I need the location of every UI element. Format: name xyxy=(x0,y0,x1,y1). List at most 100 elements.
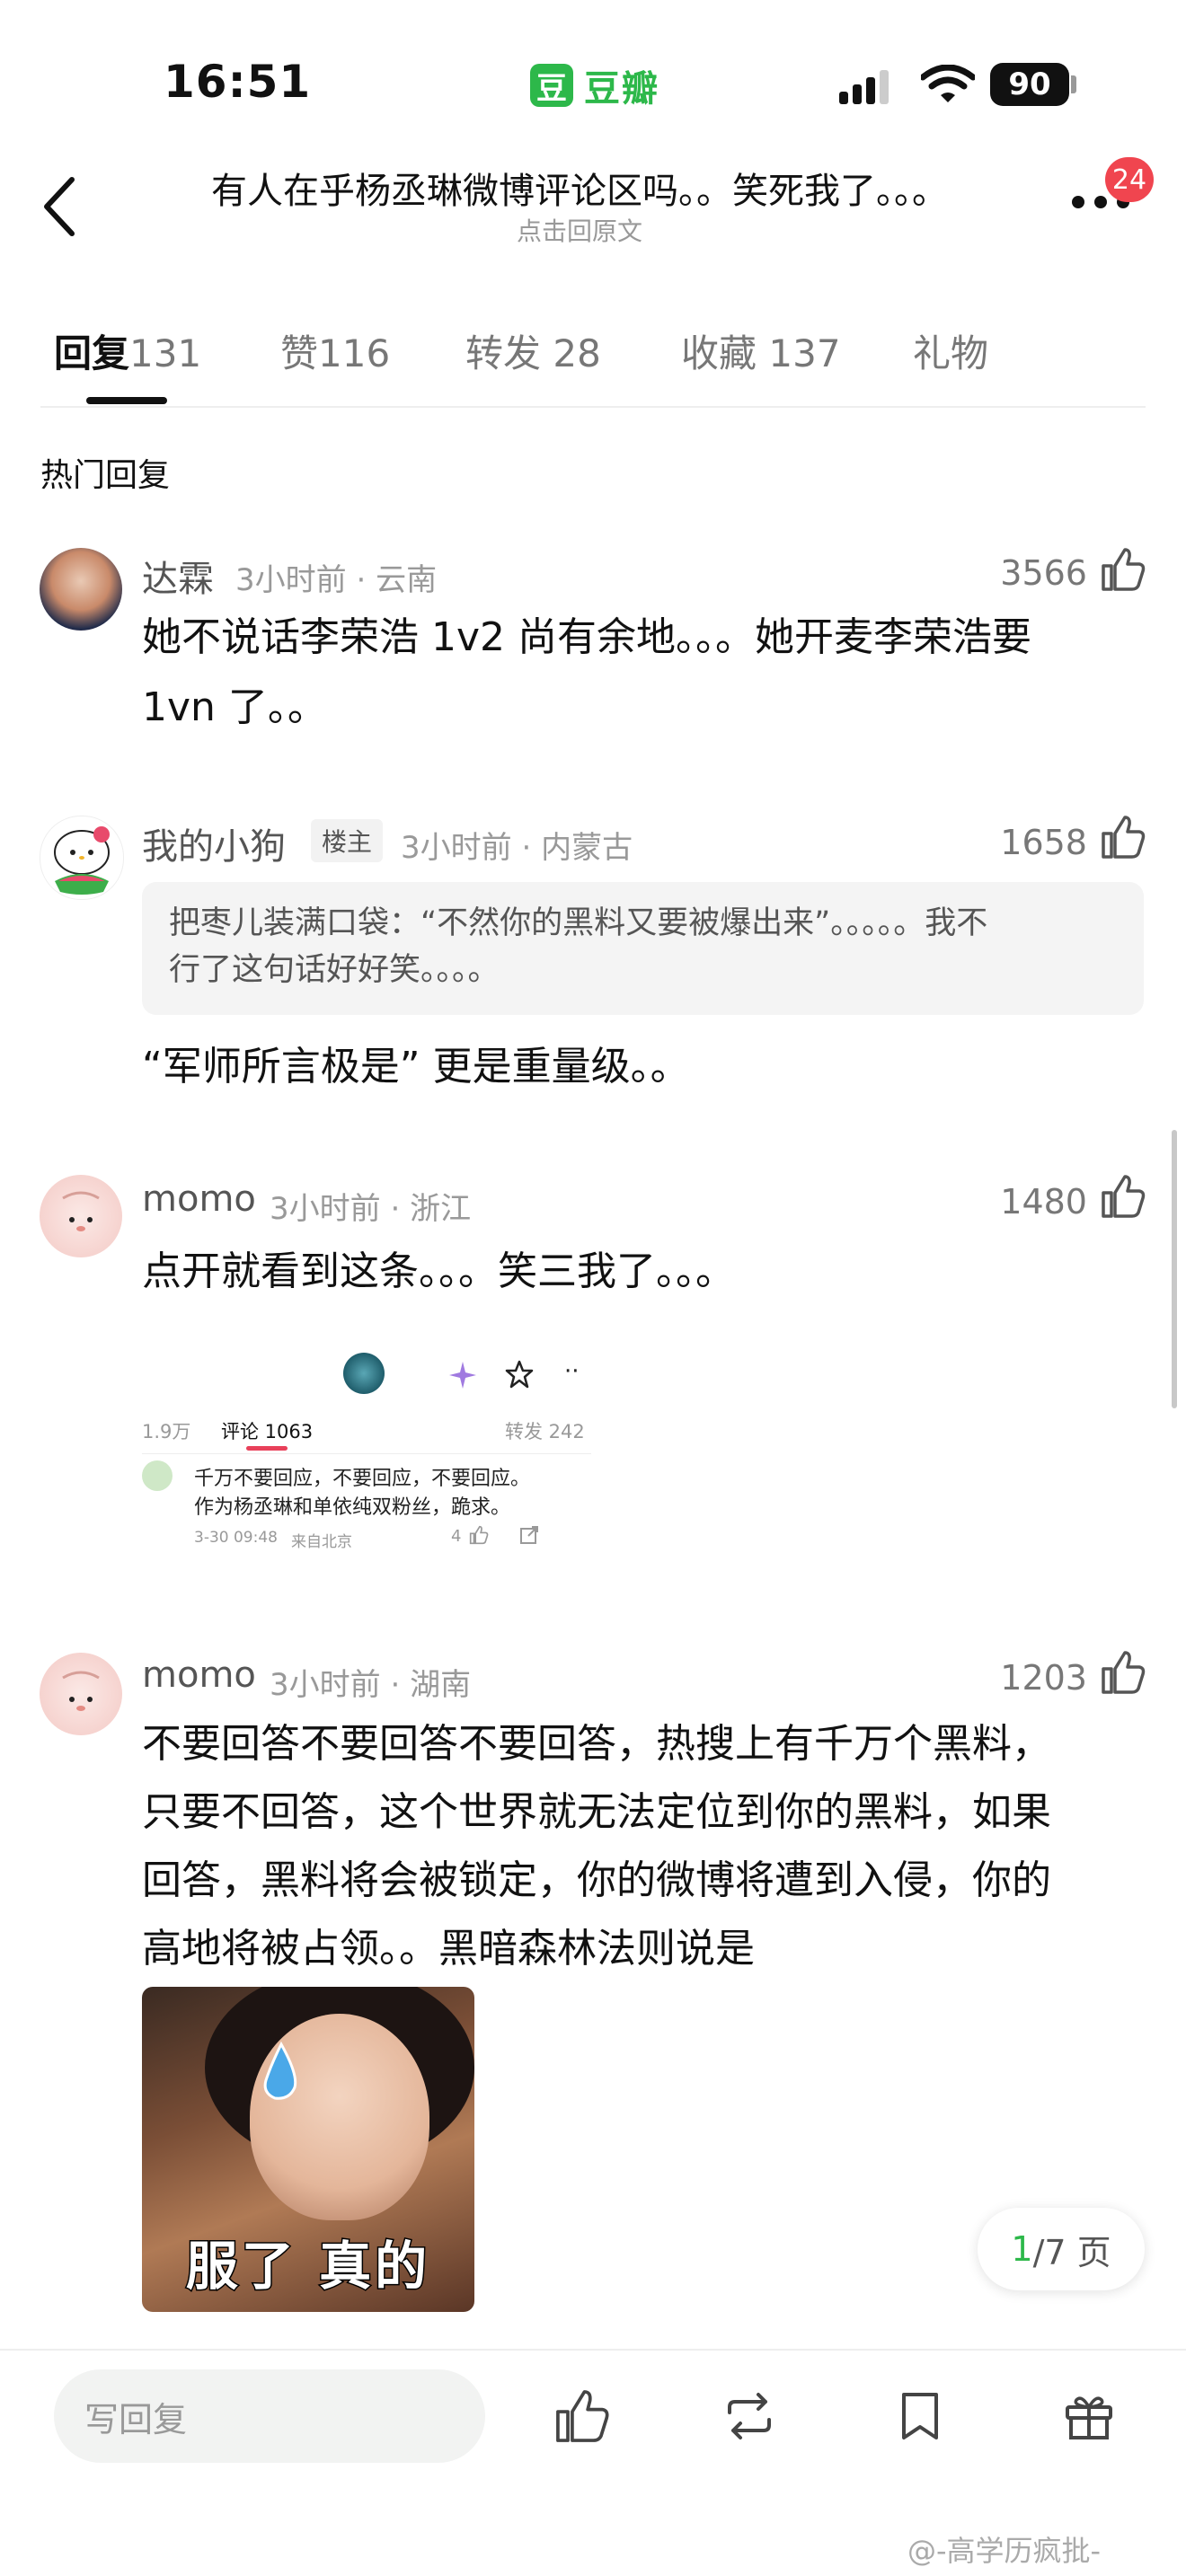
douban-logo: 豆 豆瓣 xyxy=(530,59,659,111)
embedded-likes: 4 xyxy=(451,1527,462,1546)
quoted-reply[interactable]: 把枣儿装满口袋：“不然你的黑料又要被爆出来”。。。。。我不 行了这句话好好笑。。… xyxy=(142,882,1144,1015)
wifi-icon xyxy=(921,65,975,102)
thumb-up-icon[interactable] xyxy=(1100,1649,1146,1696)
reply-input[interactable]: 写回复 xyxy=(54,2369,485,2463)
comment-text-line: 点开就看到这条。。。笑三我了。。。 xyxy=(142,1248,735,1294)
tab-label: 礼物 xyxy=(913,331,989,375)
comment-location: 云南 xyxy=(376,562,438,598)
pink-blob-avatar-icon xyxy=(62,1671,100,1711)
back-icon[interactable] xyxy=(36,171,90,243)
embedded-divider xyxy=(142,1453,591,1454)
comment-text-line: 1vn 了。。 xyxy=(142,684,327,730)
comment-location: 湖南 xyxy=(410,1667,472,1703)
battery-cap xyxy=(1071,75,1076,93)
like-count: 1480 xyxy=(1000,1182,1087,1222)
quote-line: 把枣儿装满口袋：“不然你的黑料又要被爆出来”。。。。。我不 xyxy=(169,905,988,941)
sparkle-icon xyxy=(449,1362,476,1389)
bookmark-icon[interactable] xyxy=(891,2387,949,2445)
comment-location: 内蒙古 xyxy=(541,830,633,866)
section-title: 热门回复 xyxy=(40,457,171,494)
tab-label: 回复 xyxy=(54,331,130,375)
like-count: 1658 xyxy=(1000,823,1087,862)
comment-time: 3小时前 xyxy=(401,830,512,866)
comment-time: 3小时前 xyxy=(270,1667,381,1703)
signal-icon xyxy=(839,70,889,104)
back-to-post-link[interactable]: 点击回原文 xyxy=(135,212,1024,248)
watermark: @-高学历疯批- xyxy=(907,2534,1102,2568)
embedded-more-icon: ·· xyxy=(564,1358,580,1385)
tab-count: 131 xyxy=(129,331,202,375)
tab-label: 转发 xyxy=(465,331,542,375)
embedded-thumb-icon xyxy=(469,1525,489,1545)
gift-icon[interactable] xyxy=(1060,2387,1118,2445)
comment-meta: 3小时前 · 云南 xyxy=(235,562,438,598)
post-title[interactable]: 有人在乎杨丞琳微博评论区吗。。笑死我了。。。 xyxy=(135,162,1024,214)
avatar[interactable] xyxy=(40,1175,122,1257)
hello-kitty-avatar-icon xyxy=(54,826,110,895)
repost-icon[interactable] xyxy=(721,2387,778,2445)
like-count: 1203 xyxy=(1000,1658,1087,1698)
thumb-up-icon[interactable] xyxy=(1100,814,1146,860)
tab-count: 28 xyxy=(553,331,601,375)
tab-count: 116 xyxy=(318,331,391,375)
avatar[interactable] xyxy=(40,1653,122,1735)
sweat-drop-icon xyxy=(263,2041,297,2100)
embedded-text-line: 作为杨丞琳和单依纯双粉丝，跪求。 xyxy=(194,1496,511,1519)
tab-reposts[interactable]: 转发 28 xyxy=(465,323,601,378)
meme-caption: 服了 真的 xyxy=(184,2235,431,2298)
page-indicator[interactable]: 1/7 页 xyxy=(978,2208,1145,2290)
meme-image[interactable]: 服了 真的 xyxy=(142,1987,474,2312)
tab-replies[interactable]: 回复131 xyxy=(54,323,201,378)
embedded-left-count: 1.9万 xyxy=(142,1421,191,1442)
comment-time: 3小时前 xyxy=(270,1191,381,1227)
comment-text-line: 她不说话李荣浩 1v2 尚有余地。。。她开麦李荣浩要 xyxy=(142,614,1031,660)
username[interactable]: 达霖 xyxy=(142,550,214,602)
embedded-tab-indicator xyxy=(246,1446,288,1451)
star-icon xyxy=(505,1360,534,1389)
tab-gifts[interactable]: 礼物 xyxy=(913,323,988,378)
bottom-divider xyxy=(0,2349,1186,2351)
embedded-date: 3-30 09:48 xyxy=(194,1529,278,1547)
comment-text-line: 回答，黑料将会被锁定，你的微博将遭到入侵，你的 xyxy=(142,1857,1051,1903)
embedded-screenshot[interactable]: ·· 1.9万 评论 1063 转发 242 千万不要回应，不要回应，不要回应。… xyxy=(142,1342,591,1572)
thumb-up-icon[interactable] xyxy=(1100,546,1146,593)
active-tab-indicator xyxy=(86,397,167,404)
op-badge: 楼主 xyxy=(311,819,384,862)
avatar[interactable] xyxy=(40,548,122,631)
scrollbar[interactable] xyxy=(1172,1130,1177,1408)
username[interactable]: 我的小狗 xyxy=(142,817,286,869)
comment-text-line: “军师所言极是” 更是重量级。。 xyxy=(142,1044,690,1090)
embedded-user-avatar xyxy=(142,1460,173,1491)
pink-blob-avatar-icon xyxy=(62,1191,100,1231)
username[interactable]: momo xyxy=(142,1654,256,1696)
page-total: /7 页 xyxy=(1032,2232,1111,2272)
embedded-share-icon xyxy=(520,1526,538,1544)
douban-mark-icon: 豆 xyxy=(530,64,573,107)
current-page: 1 xyxy=(1011,2229,1033,2269)
embedded-avatar xyxy=(343,1353,385,1394)
tab-favorites[interactable]: 收藏 137 xyxy=(681,323,841,378)
embedded-text-line: 千万不要回应，不要回应，不要回应。 xyxy=(194,1468,531,1490)
comment-meta: 3小时前 · 内蒙古 xyxy=(401,830,633,866)
comment-location: 浙江 xyxy=(410,1191,472,1227)
avatar[interactable] xyxy=(40,816,124,900)
embedded-repost: 转发 242 xyxy=(505,1421,585,1442)
comment-time: 3小时前 xyxy=(235,562,347,598)
comment-meta: 3小时前 · 浙江 xyxy=(270,1191,472,1227)
embedded-source: 来自北京 xyxy=(291,1533,352,1551)
username[interactable]: momo xyxy=(142,1178,256,1220)
comment-text-line: 只要不回答，这个世界就无法定位到你的黑料，如果 xyxy=(142,1789,1051,1835)
tab-divider xyxy=(40,406,1146,408)
comment-meta: 3小时前 · 湖南 xyxy=(270,1667,472,1703)
thumb-up-icon[interactable] xyxy=(1100,1173,1146,1220)
tab-label: 收藏 xyxy=(681,331,757,375)
tab-count: 137 xyxy=(768,331,841,375)
battery-indicator: 90 xyxy=(990,63,1069,106)
like-count: 3566 xyxy=(1000,553,1087,593)
tab-likes[interactable]: 赞116 xyxy=(280,323,390,378)
quote-line: 行了这句话好好笑。。。。 xyxy=(169,952,500,988)
thumb-up-icon[interactable] xyxy=(553,2387,611,2445)
tab-label: 赞 xyxy=(280,331,319,375)
notification-badge: 24 xyxy=(1105,157,1154,202)
comment-text-line: 高地将被占领。。黑暗森林法则说是 xyxy=(142,1926,755,1972)
